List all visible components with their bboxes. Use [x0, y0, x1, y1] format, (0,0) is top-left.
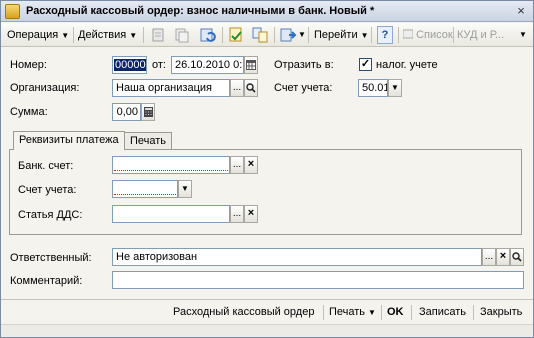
bank-account-field[interactable] [112, 156, 230, 174]
reflect-in-label: Отразить в: [274, 59, 334, 71]
print-form-button[interactable]: Расходный кассовый ордер [173, 304, 314, 321]
caret-down-icon: ▼ [61, 31, 70, 40]
responsible-clear-icon[interactable]: × [496, 248, 510, 266]
operation-menu[interactable]: Операция ▼ [7, 26, 69, 44]
kudir-button[interactable]: КУД и Р... [457, 26, 504, 44]
payment-account-field[interactable] [112, 180, 178, 198]
bank-account-label: Банк. счет: [18, 160, 74, 172]
tab-payment-details[interactable]: Реквизиты платежа [13, 131, 125, 150]
required-marker [114, 170, 228, 171]
organization-label: Организация: [10, 82, 80, 94]
document-icon [5, 4, 20, 19]
list-icon [402, 29, 414, 39]
based-on-icon[interactable] [279, 26, 297, 44]
document-structure-icon[interactable] [251, 26, 269, 44]
print-menu-label: Печать [329, 306, 366, 318]
calendar-icon[interactable] [244, 56, 258, 74]
actions-menu[interactable]: Действия ▼ [78, 26, 137, 44]
command-bar: Расходный кассовый ордер Печать ▼ OK Запи… [1, 299, 533, 323]
organization-select-button[interactable]: ... [230, 79, 244, 97]
based-on-dropdown[interactable]: ▼ [298, 26, 306, 44]
close-button[interactable]: Закрыть [480, 304, 522, 321]
tax-accounting-label: налог. учете [376, 59, 438, 71]
account-field[interactable]: 50.01 [358, 79, 388, 97]
responsible-label: Ответственный: [10, 252, 92, 264]
add-icon[interactable] [149, 26, 167, 44]
caret-down-icon: ▼ [360, 31, 369, 40]
toolbar-separator [453, 27, 454, 43]
payment-account-dropdown-icon[interactable]: ▼ [178, 180, 192, 198]
toolbar: Операция ▼ Действия ▼ ▼ Перейти ▼ ? Спис… [1, 23, 533, 47]
title-bar: Расходный кассовый ордер: взнос наличным… [1, 1, 533, 22]
toolbar-separator [143, 27, 144, 43]
sum-field[interactable]: 0,00 [112, 103, 141, 121]
goto-menu-label: Перейти [314, 29, 358, 41]
tax-accounting-checkbox[interactable]: ✓ [359, 58, 372, 71]
account-dropdown-icon[interactable]: ▼ [388, 79, 402, 97]
bottom-separator [473, 305, 474, 320]
caret-down-icon: ▼ [368, 308, 376, 317]
organization-search-icon[interactable] [244, 79, 258, 97]
toolbar-separator [371, 27, 372, 43]
comment-label: Комментарий: [10, 275, 83, 287]
window-title: Расходный кассовый ордер: взнос наличным… [26, 5, 375, 17]
date-field[interactable]: 26.10.2010 0: [171, 56, 244, 74]
bank-account-select-button[interactable]: ... [230, 156, 244, 174]
responsible-search-icon[interactable] [510, 248, 524, 266]
toolbar-separator [73, 27, 74, 43]
list-button-label: Список [416, 29, 453, 41]
organization-field[interactable]: Наша организация [112, 79, 230, 97]
print-menu[interactable]: Печать ▼ [329, 304, 376, 321]
goto-menu[interactable]: Перейти ▼ [314, 26, 369, 44]
toolbar-separator [398, 27, 399, 43]
payment-details-panel [9, 149, 522, 235]
number-label: Номер: [10, 59, 47, 71]
close-window-button[interactable]: × [513, 4, 529, 19]
operation-menu-label: Операция [7, 29, 59, 41]
refresh-icon[interactable] [199, 26, 217, 44]
status-bar [1, 324, 533, 337]
account-label: Счет учета: [274, 82, 333, 94]
toolbar-separator [308, 27, 309, 43]
sum-label: Сумма: [10, 106, 48, 118]
dds-field[interactable] [112, 205, 230, 223]
list-button[interactable]: Список [402, 26, 453, 44]
responsible-field[interactable]: Не авторизован [112, 248, 482, 266]
document-window: Расходный кассовый ордер: взнос наличным… [0, 0, 534, 338]
caret-down-icon: ▼ [129, 31, 138, 40]
calculator-icon[interactable] [141, 103, 155, 121]
ok-button[interactable]: OK [387, 304, 404, 321]
tab-print[interactable]: Печать [124, 132, 173, 150]
dds-label: Статья ДДС: [18, 209, 83, 221]
number-value: 000000 [114, 59, 146, 71]
dds-clear-icon[interactable]: × [244, 205, 258, 223]
date-from-label: от: [152, 59, 166, 71]
responsible-select-button[interactable]: ... [482, 248, 496, 266]
bottom-separator [411, 305, 412, 320]
save-button[interactable]: Записать [419, 304, 466, 321]
toolbar-separator [274, 27, 275, 43]
payment-account-label: Счет учета: [18, 184, 77, 196]
help-button[interactable]: ? [377, 26, 393, 44]
bottom-separator [323, 305, 324, 320]
actions-menu-label: Действия [78, 29, 127, 41]
toolbar-separator [222, 27, 223, 43]
number-field[interactable]: 000000 [112, 56, 147, 74]
toolbar-overflow-icon[interactable]: ▼ [519, 26, 527, 44]
required-marker [114, 194, 176, 195]
comment-field[interactable] [112, 271, 524, 289]
dds-select-button[interactable]: ... [230, 205, 244, 223]
bottom-separator [381, 305, 382, 320]
bank-account-clear-icon[interactable]: × [244, 156, 258, 174]
copy-icon[interactable] [173, 26, 191, 44]
post-document-icon[interactable] [227, 26, 245, 44]
